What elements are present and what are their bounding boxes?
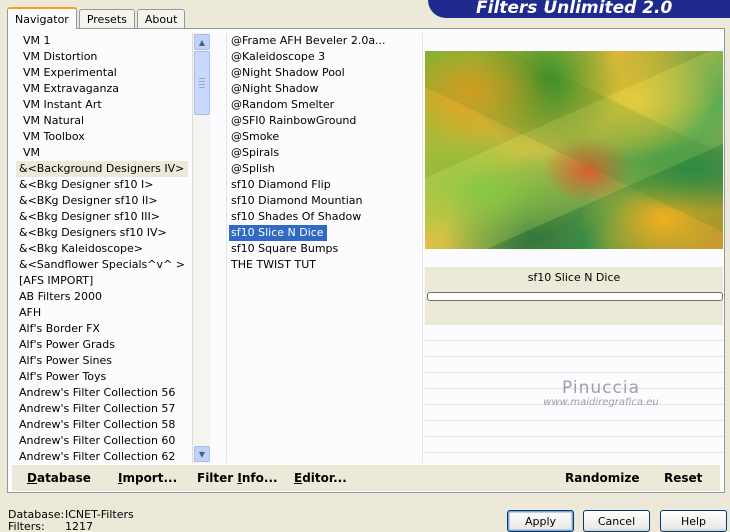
category-item[interactable]: &<BKg Designer sf10 II>: [16, 193, 192, 209]
selected-filter-name: sf10 Slice N Dice: [425, 267, 723, 289]
chevron-down-icon: ▼: [198, 449, 206, 459]
filter-item[interactable]: @Splish: [229, 161, 416, 177]
category-item[interactable]: Andrew's Filter Collection 56: [16, 385, 192, 401]
filters-label: Filters:: [8, 520, 45, 532]
category-item[interactable]: VM Extravaganza: [16, 81, 192, 97]
filter-info-button[interactable]: Filter Info...: [197, 471, 278, 485]
bottom-toolbar: Database Import... Filter Info... Editor…: [12, 465, 720, 491]
category-item[interactable]: VM Natural: [16, 113, 192, 129]
category-list[interactable]: VM 1 VM Distortion VM Experimental VM Ex…: [16, 33, 192, 463]
randomize-button[interactable]: Randomize: [565, 471, 639, 485]
category-item[interactable]: VM: [16, 145, 192, 161]
filter-item[interactable]: @Spirals: [229, 145, 416, 161]
category-item[interactable]: &<Bkg Designer sf10 III>: [16, 209, 192, 225]
watermark: Pinuccia www.maidiregrafica.eu: [531, 379, 671, 409]
filter-item[interactable]: @SFI0 RainbowGround: [229, 113, 416, 129]
reset-button[interactable]: Reset: [664, 471, 702, 485]
category-item[interactable]: &<Bkg Kaleidoscope>: [16, 241, 192, 257]
scroll-up-button[interactable]: ▲: [194, 34, 210, 50]
category-item[interactable]: VM Experimental: [16, 65, 192, 81]
apply-button[interactable]: Apply: [507, 510, 574, 532]
progress-bar: [427, 292, 723, 301]
cancel-button[interactable]: Cancel: [583, 510, 650, 532]
database-button[interactable]: Database: [27, 471, 91, 485]
filter-item[interactable]: sf10 Shades Of Shadow: [229, 209, 416, 225]
category-item[interactable]: VM Toolbox: [16, 129, 192, 145]
scroll-down-button[interactable]: ▼: [194, 446, 210, 462]
filters-count: 1217: [65, 520, 93, 532]
filter-item[interactable]: @Smoke: [229, 129, 416, 145]
filter-item[interactable]: sf10 Square Bumps: [229, 241, 416, 257]
filter-item-selected[interactable]: sf10 Slice N Dice: [229, 225, 327, 241]
tab-about[interactable]: About: [136, 9, 186, 28]
watermark-url: www.maidiregrafica.eu: [543, 397, 659, 408]
tab-strip: Navigator Presets About: [7, 6, 187, 29]
filter-item[interactable]: @Night Shadow Pool: [229, 65, 416, 81]
filter-item[interactable]: @Kaleidoscope 3: [229, 49, 416, 65]
category-item[interactable]: VM Distortion: [16, 49, 192, 65]
category-item[interactable]: AB Filters 2000: [16, 289, 192, 305]
filter-list[interactable]: @Frame AFH Beveler 2.0a... @Kaleidoscope…: [226, 33, 416, 463]
filter-preview-image: [425, 51, 723, 249]
category-item[interactable]: Andrew's Filter Collection 57: [16, 401, 192, 417]
status-area: Database: ICNET-Filters Filters: 1217: [8, 509, 134, 532]
app-title-banner: Filters Unlimited 2.0: [428, 0, 730, 18]
help-button[interactable]: Help: [660, 510, 727, 532]
filter-item[interactable]: sf10 Diamond Flip: [229, 177, 416, 193]
tab-presets[interactable]: Presets: [78, 9, 135, 28]
category-item[interactable]: AFH: [16, 305, 192, 321]
category-item[interactable]: VM 1: [16, 33, 192, 49]
category-item[interactable]: Andrew's Filter Collection 62: [16, 449, 192, 463]
scroll-thumb[interactable]: [194, 51, 210, 115]
watermark-title: Pinuccia: [562, 378, 640, 398]
category-item[interactable]: Alf's Border FX: [16, 321, 192, 337]
chevron-up-icon: ▲: [198, 37, 206, 47]
editor-button[interactable]: Editor...: [294, 471, 347, 485]
category-item[interactable]: &<Sandflower Specials^v^ >: [16, 257, 192, 273]
category-item[interactable]: &<Bkg Designer sf10 I>: [16, 177, 192, 193]
category-item[interactable]: &<Bkg Designers sf10 IV>: [16, 225, 192, 241]
category-item[interactable]: Alf's Power Grads: [16, 337, 192, 353]
tab-navigator[interactable]: Navigator: [7, 7, 77, 29]
progress-area: [425, 289, 723, 325]
category-item[interactable]: VM Instant Art: [16, 97, 192, 113]
category-item[interactable]: Andrew's Filter Collection 60: [16, 433, 192, 449]
filter-item[interactable]: @Night Shadow: [229, 81, 416, 97]
filter-item[interactable]: sf10 Diamond Mountian: [229, 193, 416, 209]
category-item[interactable]: Alf's Power Sines: [16, 353, 192, 369]
filter-item[interactable]: THE TWIST TUT: [229, 257, 416, 273]
category-item[interactable]: [AFS IMPORT]: [16, 273, 192, 289]
import-button[interactable]: Import...: [118, 471, 177, 485]
filter-item[interactable]: @Frame AFH Beveler 2.0a...: [229, 33, 416, 49]
filter-item[interactable]: @Random Smelter: [229, 97, 416, 113]
category-item[interactable]: Andrew's Filter Collection 58: [16, 417, 192, 433]
preview-panel: sf10 Slice N Dice Pinuccia www.maidiregr…: [422, 33, 723, 463]
category-item[interactable]: Alf's Power Toys: [16, 369, 192, 385]
category-scrollbar[interactable]: ▲ ▼: [192, 33, 210, 463]
navigator-panel: VM 1 VM Distortion VM Experimental VM Ex…: [7, 28, 725, 493]
category-item-selected[interactable]: &<Background Designers IV>: [16, 161, 189, 177]
